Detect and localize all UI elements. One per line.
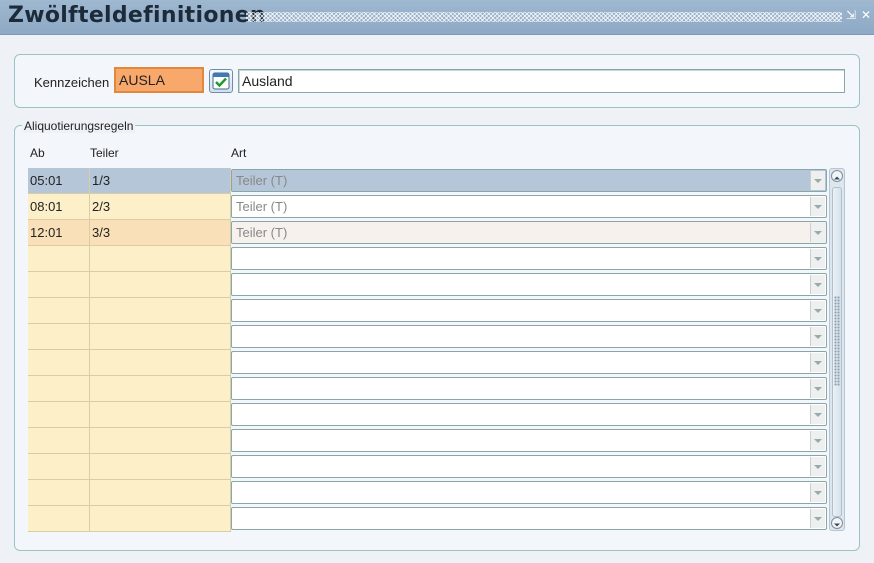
cell-teiler[interactable] xyxy=(90,350,231,376)
art-select[interactable] xyxy=(231,403,827,426)
kennzeichen-name-input[interactable]: Ausland xyxy=(238,69,845,93)
dropdown-arrow-icon[interactable] xyxy=(810,275,825,294)
column-header-ab: Ab xyxy=(30,146,45,160)
cell-ab[interactable] xyxy=(28,350,90,376)
cell-ab[interactable] xyxy=(28,480,90,506)
cell-teiler[interactable]: 2/3 xyxy=(90,194,231,220)
titlebar-drag-area[interactable] xyxy=(246,12,842,22)
dropdown-arrow-icon[interactable] xyxy=(810,301,825,320)
dropdown-arrow-icon[interactable] xyxy=(810,223,825,242)
art-select[interactable] xyxy=(231,247,827,270)
dropdown-arrow-icon[interactable] xyxy=(810,327,825,346)
art-select[interactable] xyxy=(231,481,827,504)
scroll-down-icon[interactable] xyxy=(831,517,843,529)
dropdown-arrow-icon[interactable] xyxy=(810,431,825,450)
art-select[interactable] xyxy=(231,273,827,296)
minimize-icon[interactable]: ⇲ xyxy=(845,9,857,21)
scroll-grip-icon xyxy=(834,296,840,386)
cell-teiler[interactable] xyxy=(90,480,231,506)
dropdown-arrow-icon[interactable] xyxy=(810,509,825,528)
art-select[interactable] xyxy=(231,429,827,452)
dropdown-arrow-icon[interactable] xyxy=(810,379,825,398)
cell-ab[interactable] xyxy=(28,246,90,272)
cell-ab[interactable] xyxy=(28,272,90,298)
art-select-value: Teiler (T) xyxy=(236,199,288,214)
cell-ab[interactable]: 05:01 xyxy=(28,168,90,194)
cell-teiler[interactable] xyxy=(90,376,231,402)
column-header-teiler: Teiler xyxy=(90,146,119,160)
calendar-check-icon[interactable] xyxy=(209,69,233,93)
dropdown-arrow-icon[interactable] xyxy=(810,171,825,190)
art-select[interactable]: Teiler (T) xyxy=(231,195,827,218)
cell-teiler[interactable] xyxy=(90,272,231,298)
cell-ab[interactable]: 08:01 xyxy=(28,194,90,220)
dropdown-arrow-icon[interactable] xyxy=(810,249,825,268)
dropdown-arrow-icon[interactable] xyxy=(810,483,825,502)
dropdown-arrow-icon[interactable] xyxy=(810,353,825,372)
cell-ab[interactable] xyxy=(28,506,90,532)
dropdown-arrow-icon[interactable] xyxy=(810,197,825,216)
art-select[interactable] xyxy=(231,377,827,400)
kennzeichen-label: Kennzeichen xyxy=(34,75,110,90)
cell-ab[interactable] xyxy=(28,454,90,480)
cell-teiler[interactable] xyxy=(90,506,231,532)
vertical-scrollbar[interactable] xyxy=(829,168,845,531)
art-select[interactable] xyxy=(231,325,827,348)
cell-ab[interactable] xyxy=(28,376,90,402)
cell-teiler[interactable]: 3/3 xyxy=(90,220,231,246)
art-select[interactable] xyxy=(231,299,827,322)
cell-ab[interactable] xyxy=(28,428,90,454)
cell-teiler[interactable] xyxy=(90,402,231,428)
cell-teiler[interactable] xyxy=(90,428,231,454)
dropdown-arrow-icon[interactable] xyxy=(810,457,825,476)
cell-teiler[interactable] xyxy=(90,246,231,272)
rules-group-title: Aliquotierungsregeln xyxy=(22,119,136,133)
scroll-thumb[interactable] xyxy=(832,187,842,517)
cell-ab[interactable] xyxy=(28,298,90,324)
art-select[interactable] xyxy=(231,455,827,478)
art-select[interactable]: Teiler (T) xyxy=(231,221,827,244)
kennzeichen-code-input[interactable]: AUSLA xyxy=(114,67,204,93)
art-select-value: Teiler (T) xyxy=(236,225,288,240)
dropdown-arrow-icon[interactable] xyxy=(810,405,825,424)
cell-teiler[interactable] xyxy=(90,454,231,480)
art-select[interactable]: Teiler (T) xyxy=(231,169,827,192)
scroll-up-icon[interactable] xyxy=(831,170,843,182)
column-header-art: Art xyxy=(231,146,247,160)
art-select[interactable] xyxy=(231,507,827,530)
cell-teiler[interactable]: 1/3 xyxy=(90,168,231,194)
cell-teiler[interactable] xyxy=(90,324,231,350)
cell-ab[interactable] xyxy=(28,402,90,428)
art-select-value: Teiler (T) xyxy=(236,173,288,188)
close-icon[interactable]: ✕ xyxy=(860,9,872,21)
cell-teiler[interactable] xyxy=(90,298,231,324)
window-title: Zwölfteldefinitionen xyxy=(8,3,266,28)
title-bar: Zwölfteldefinitionen ⇲ ✕ xyxy=(0,0,874,35)
cell-ab[interactable] xyxy=(28,324,90,350)
art-select[interactable] xyxy=(231,351,827,374)
cell-ab[interactable]: 12:01 xyxy=(28,220,90,246)
